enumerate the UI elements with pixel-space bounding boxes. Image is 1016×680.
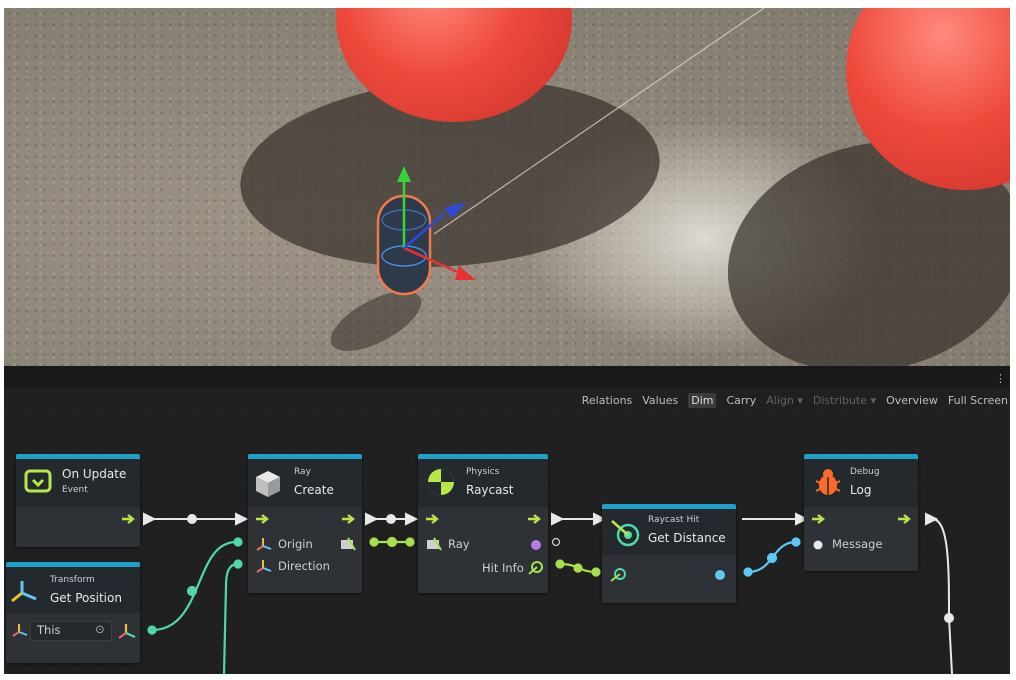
physics-icon [428, 469, 454, 495]
port-message-label: Message [832, 537, 883, 551]
node-kind: Physics [466, 467, 500, 477]
node-get-distance[interactable]: Raycast Hit Get Distance [602, 504, 736, 603]
node-title: Get Position [50, 591, 122, 605]
port-hitinfo-label: Hit Info [482, 561, 524, 575]
node-get-position[interactable]: Transform Get Position This ⊙ [6, 562, 140, 663]
graph-tabbar [4, 366, 1010, 388]
raycast-debug-line [433, 8, 765, 235]
message-input-port[interactable] [812, 539, 824, 551]
toolbar-relations[interactable]: Relations [582, 394, 633, 407]
graph-toolbar: Relations Values Dim Carry Align ▾ Distr… [582, 390, 1010, 410]
object-picker-icon[interactable]: ⊙ [95, 622, 105, 636]
node-title: Raycast [466, 483, 514, 497]
hitinfo-output-icon[interactable] [528, 559, 544, 575]
node-kind: Raycast Hit [648, 515, 700, 525]
more-options-icon[interactable]: ⋮ [995, 372, 1006, 385]
scene-gizmos [376, 8, 765, 296]
flow-input-port[interactable] [812, 514, 826, 524]
target-object-field[interactable]: This ⊙ [30, 621, 112, 641]
transform-axes-icon [11, 581, 37, 603]
node-kind: Transform [50, 575, 95, 585]
node-ray-create[interactable]: Ray Create Origin Direction [248, 454, 362, 593]
node-kind: On Update [62, 467, 127, 481]
flow-output-port[interactable] [528, 514, 542, 524]
vector3-input-icon [256, 560, 272, 573]
toolbar-carry[interactable]: Carry [726, 394, 756, 407]
vector3-input-icon [256, 538, 272, 551]
node-kind: Ray [294, 467, 311, 477]
toolbar-full-screen[interactable]: Full Screen [948, 394, 1008, 407]
flow-input-port[interactable] [256, 514, 270, 524]
visual-script-graph[interactable]: ⋮ Relations Values Dim Carry Align ▾ Dis… [4, 366, 1010, 674]
ray-cube-icon [256, 471, 280, 497]
toolbar-dim[interactable]: Dim [688, 392, 717, 408]
flow-output-port[interactable] [122, 514, 136, 524]
toolbar-values[interactable]: Values [642, 394, 678, 407]
raycast-hit-icon [611, 520, 640, 547]
port-origin-label: Origin [278, 537, 313, 551]
node-physics-raycast[interactable]: Physics Raycast Ray Hit Info [418, 454, 548, 593]
flow-output-port[interactable] [342, 514, 356, 524]
vector3-output-port[interactable] [118, 623, 136, 639]
port-ray-label: Ray [448, 537, 470, 551]
port-direction-label: Direction [278, 559, 330, 573]
node-kind: Debug [850, 467, 880, 477]
node-on-update[interactable]: On Update Event [16, 454, 140, 547]
flow-input-port[interactable] [426, 514, 440, 524]
node-title: Log [850, 483, 872, 497]
float-output-port[interactable] [714, 569, 726, 581]
toolbar-overview[interactable]: Overview [886, 394, 938, 407]
bool-output-port[interactable] [530, 539, 542, 551]
toolbar-align[interactable]: Align ▾ [766, 394, 803, 407]
debug-bug-icon [815, 469, 841, 495]
node-title: Create [294, 483, 334, 497]
target-object-value: This [37, 623, 61, 637]
node-debug-log[interactable]: Debug Log Message [804, 454, 918, 571]
ray-output-icon[interactable] [340, 537, 356, 551]
hitinfo-input-icon [610, 568, 626, 582]
node-title: Event [62, 485, 88, 495]
toolbar-distribute[interactable]: Distribute ▾ [813, 394, 876, 407]
ray-input-icon [427, 537, 442, 551]
scene-view[interactable] [4, 8, 1010, 366]
flow-output-port[interactable] [898, 514, 912, 524]
update-loop-icon [24, 469, 52, 493]
transform-small-icon [12, 624, 28, 637]
node-title: Get Distance [648, 531, 726, 545]
